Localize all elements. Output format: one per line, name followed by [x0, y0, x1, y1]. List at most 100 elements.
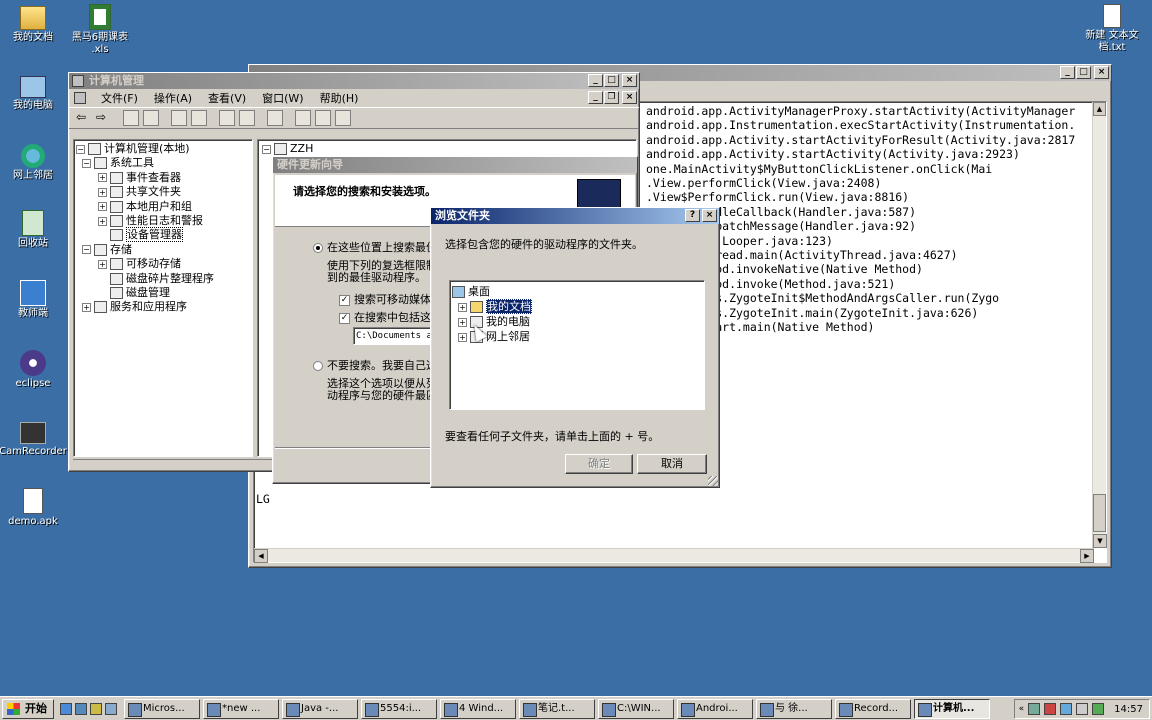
- tree-item[interactable]: + 服务和应用程序: [82, 300, 187, 314]
- tree-item[interactable]: 磁盘碎片整理程序: [110, 272, 214, 286]
- folder-tree-item[interactable]: + 我的文档: [458, 299, 532, 314]
- task-button-10[interactable]: 计算机...: [914, 698, 990, 719]
- cancel-button[interactable]: 取消: [637, 454, 707, 474]
- desktop-icon-xls[interactable]: 黑马6期课表 .xls: [60, 2, 140, 56]
- help-button[interactable]: ?: [685, 209, 700, 222]
- desktop-icon-recycle-bin[interactable]: 回收站: [0, 208, 73, 250]
- scroll-thumb[interactable]: [1093, 494, 1106, 532]
- expand-plus-icon[interactable]: +: [98, 187, 107, 197]
- uninstall-icon[interactable]: [315, 110, 331, 126]
- expand-plus-icon[interactable]: +: [458, 332, 467, 342]
- tray-app-icon-2[interactable]: [1044, 703, 1057, 715]
- close-button[interactable]: ×: [702, 209, 717, 222]
- details-icon[interactable]: [239, 110, 255, 126]
- tree-item[interactable]: + 性能日志和警报: [98, 214, 203, 228]
- scroll-left-arrow-icon[interactable]: ◀: [254, 549, 268, 563]
- console-hscrollbar[interactable]: ◀ ▶: [254, 548, 1094, 563]
- back-arrow-icon[interactable]: ⇦: [73, 110, 89, 126]
- task-button-3[interactable]: 5554:i...: [361, 698, 437, 719]
- console-vscrollbar[interactable]: ▲ ▼: [1092, 102, 1107, 548]
- tree-item[interactable]: − 系统工具: [82, 156, 154, 170]
- task-button-5[interactable]: 笔记.t...: [519, 698, 595, 719]
- expand-plus-icon[interactable]: +: [458, 302, 467, 312]
- tree-item[interactable]: + 共享文件夹: [98, 185, 181, 199]
- child-close-button[interactable]: ×: [622, 91, 637, 104]
- desktop-icon-teacher[interactable]: 教师端: [0, 278, 73, 320]
- scroll-up-arrow-icon[interactable]: ▲: [1093, 102, 1106, 116]
- task-button-8[interactable]: 与 徐...: [756, 698, 832, 719]
- tray-app-icon-1[interactable]: [1028, 703, 1041, 715]
- print-icon[interactable]: [191, 110, 207, 126]
- browser-icon[interactable]: [75, 702, 87, 715]
- desktop-icon-demo-apk[interactable]: demo.apk: [0, 486, 73, 528]
- checkbox-include-location[interactable]: ✓: [339, 312, 350, 324]
- expand-plus-icon[interactable]: +: [82, 302, 91, 312]
- wizard-check1[interactable]: ✓ 搜索可移动媒体: [339, 291, 431, 307]
- wizard-title-bar[interactable]: 硬件更新向导: [273, 157, 637, 173]
- expand-plus-icon[interactable]: +: [98, 202, 107, 212]
- menu-window[interactable]: 窗口(W): [262, 90, 303, 106]
- tree-item[interactable]: + 本地用户和组: [98, 200, 192, 214]
- tray-expand-icon[interactable]: «: [1019, 704, 1025, 714]
- tree-item[interactable]: + 事件查看器: [98, 171, 181, 185]
- browse-folder-dialog[interactable]: 浏览文件夹 ? × 选择包含您的硬件的驱动程序的文件夹。 桌面 + 我的文档 + 我的电…: [430, 207, 720, 488]
- cm-title-bar[interactable]: 计算机管理 _ □ ×: [69, 73, 639, 89]
- wizard-radio1[interactable]: 在这些位置上搜索最佳: [313, 239, 437, 255]
- task-button-9[interactable]: Record...: [835, 698, 911, 719]
- radio-dont-search[interactable]: [313, 361, 323, 371]
- tree-item[interactable]: 设备管理器: [110, 227, 183, 243]
- task-button-0[interactable]: Micros...: [124, 698, 200, 719]
- task-button-6[interactable]: C:\WIN...: [598, 698, 674, 719]
- update-driver-icon[interactable]: [295, 110, 311, 126]
- menu-action[interactable]: 操作(A): [154, 90, 192, 106]
- scroll-right-arrow-icon[interactable]: ▶: [1080, 549, 1094, 563]
- menu-file[interactable]: 文件(F): [101, 90, 138, 106]
- settings-icon[interactable]: [105, 702, 117, 715]
- device-tree-root[interactable]: − ZZH: [262, 142, 313, 156]
- radio-search-locations[interactable]: [313, 243, 323, 253]
- wizard-radio2[interactable]: 不要搜索。我要自己选: [313, 357, 437, 373]
- task-button-7[interactable]: Androi...: [677, 698, 753, 719]
- disable-device-icon[interactable]: [335, 110, 351, 126]
- collapse-minus-icon[interactable]: −: [82, 245, 91, 255]
- tree-item[interactable]: − 计算机管理(本地): [76, 142, 190, 156]
- expand-plus-icon[interactable]: +: [98, 216, 107, 226]
- desktop-icon-my-computer[interactable]: 我的电脑: [0, 72, 73, 112]
- close-button[interactable]: ×: [622, 74, 637, 87]
- tree-item[interactable]: − 存储: [82, 243, 132, 257]
- child-minimize-button[interactable]: _: [588, 91, 603, 104]
- scan-hardware-icon[interactable]: [267, 110, 283, 126]
- folder-tree[interactable]: 桌面 + 我的文档 + 我的电脑 + 网上邻居: [449, 280, 705, 410]
- maximize-button[interactable]: □: [1076, 66, 1091, 79]
- expand-plus-icon[interactable]: +: [98, 173, 107, 183]
- tree-item[interactable]: + 可移动存储: [98, 257, 181, 271]
- maximize-button[interactable]: □: [604, 74, 619, 87]
- desktop-icon-camrecorder[interactable]: CamRecorder: [0, 418, 73, 458]
- minimize-button[interactable]: _: [588, 74, 603, 87]
- help-icon[interactable]: [219, 110, 235, 126]
- collapse-minus-icon[interactable]: −: [76, 144, 85, 154]
- ie-icon[interactable]: [60, 702, 72, 715]
- show-tree-icon[interactable]: [143, 110, 159, 126]
- scroll-down-arrow-icon[interactable]: ▼: [1093, 534, 1107, 548]
- task-button-1[interactable]: *new ...: [203, 698, 279, 719]
- child-restore-button[interactable]: ❐: [604, 91, 619, 104]
- tray-app-icon-3[interactable]: [1092, 703, 1105, 715]
- tray-network-icon[interactable]: [1060, 703, 1073, 715]
- minimize-button[interactable]: _: [1060, 66, 1075, 79]
- expand-plus-icon[interactable]: +: [98, 259, 107, 269]
- tray-volume-icon[interactable]: [1076, 703, 1089, 715]
- start-button[interactable]: 开始: [2, 698, 54, 719]
- ok-button[interactable]: 确定: [565, 454, 633, 474]
- task-button-2[interactable]: Java -...: [282, 698, 358, 719]
- browse-title-bar[interactable]: 浏览文件夹 ? ×: [431, 208, 719, 224]
- properties-icon[interactable]: [171, 110, 187, 126]
- tree-item[interactable]: 磁盘管理: [110, 286, 170, 300]
- up-folder-icon[interactable]: [123, 110, 139, 126]
- menu-help[interactable]: 帮助(H): [320, 90, 359, 106]
- task-button-4[interactable]: 4 Wind...: [440, 698, 516, 719]
- expand-plus-icon[interactable]: +: [458, 317, 467, 327]
- collapse-minus-icon[interactable]: −: [82, 158, 91, 168]
- checkbox-removable-media[interactable]: ✓: [339, 294, 350, 306]
- desktop-icon-txt[interactable]: 新建 文本文 档.txt: [1072, 2, 1152, 54]
